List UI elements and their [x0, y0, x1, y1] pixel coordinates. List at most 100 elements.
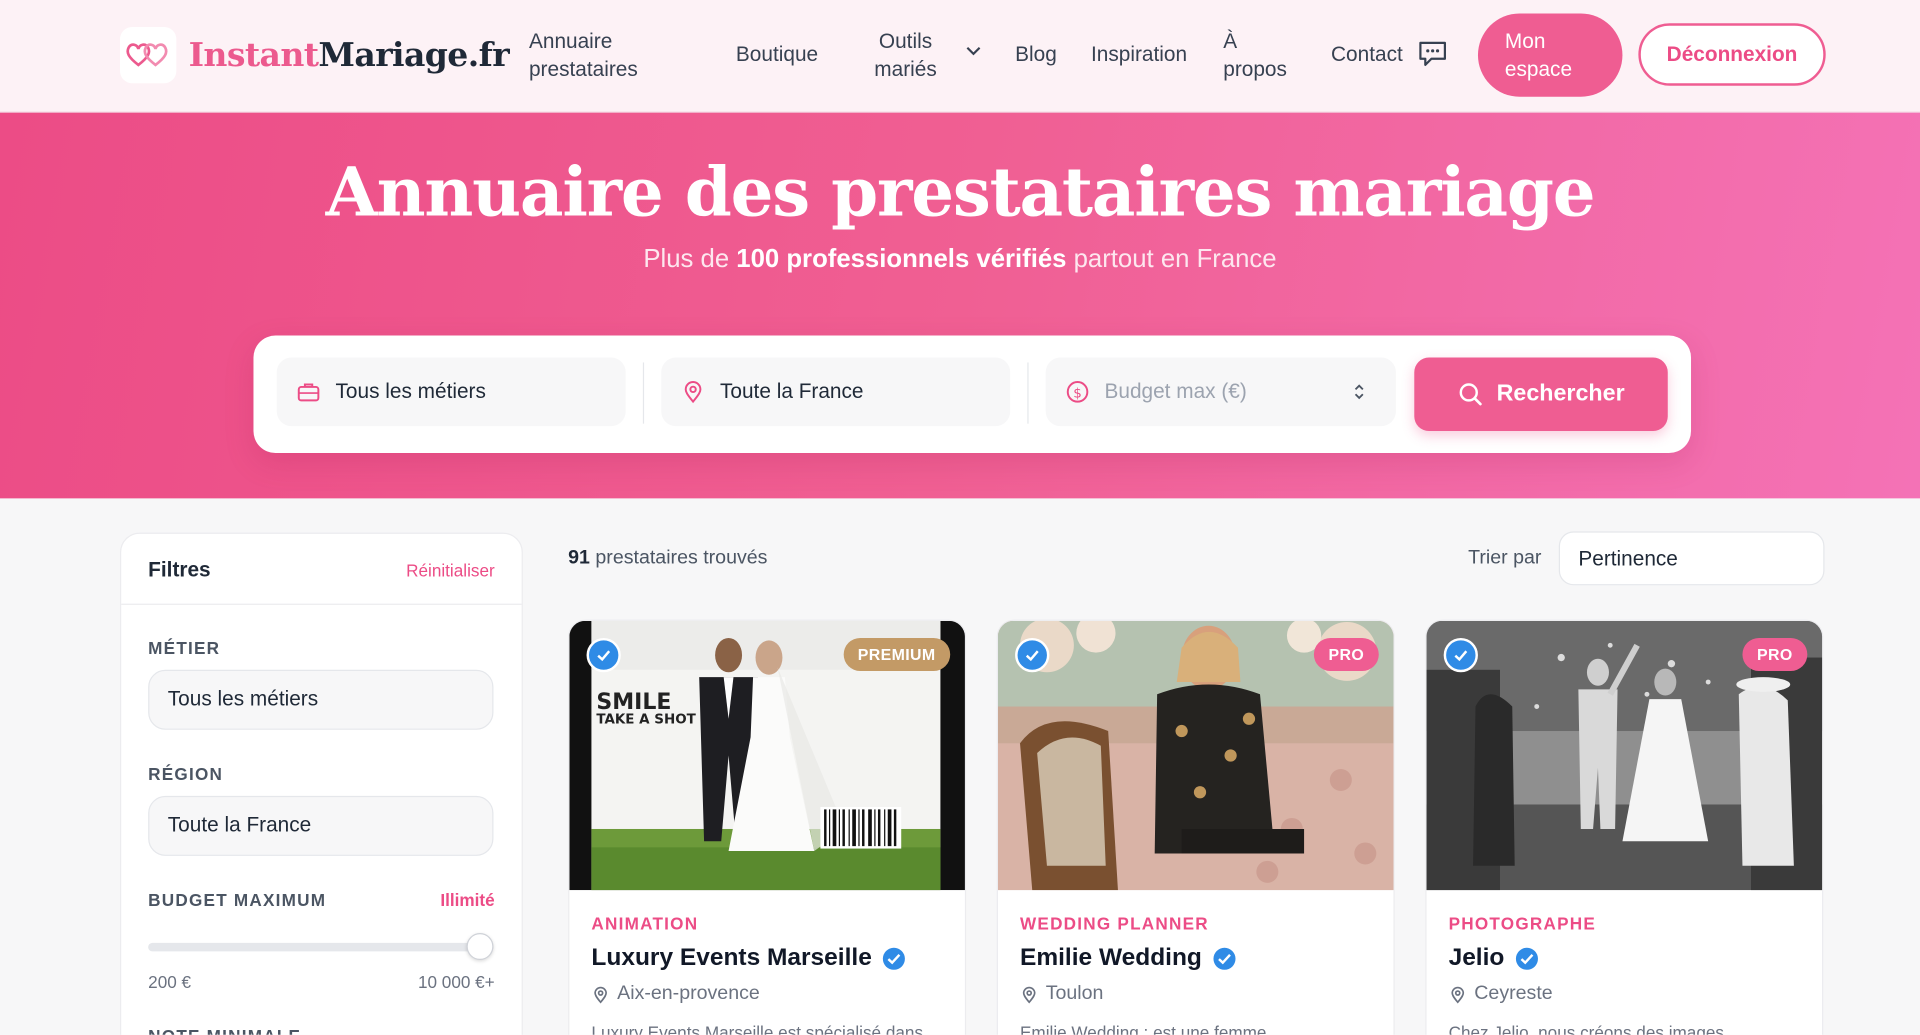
provider-photo[interactable]: PRO	[997, 620, 1394, 891]
map-pin-icon	[1022, 986, 1036, 1003]
nav-annuaire-line1: Annuaire	[528, 29, 613, 53]
number-stepper-icon[interactable]	[1352, 381, 1367, 403]
provider-name-row: Jelio	[1449, 944, 1539, 972]
dollar-circle-icon: $	[1066, 381, 1089, 403]
verified-badge-icon	[1515, 947, 1538, 970]
results-count-number: 91	[568, 547, 590, 569]
budget-input[interactable]: $ Budget max (€)	[1045, 357, 1396, 427]
results-count-suffix: prestataires trouvés	[589, 547, 768, 569]
provider-card[interactable]: SMILE TAKE A SHOT PREMIUM ANIMATION Luxu…	[568, 619, 967, 1035]
verified-badge-icon	[882, 947, 905, 970]
verified-check-icon	[1015, 637, 1050, 673]
metier-filter-label: MÉTIER	[148, 637, 221, 658]
provider-description: Emilie Wedding : est une femme	[1020, 1022, 1267, 1035]
nav-annuaire-line2: prestataires	[528, 57, 638, 81]
nav-apropos-line1: À	[1223, 29, 1238, 53]
budget-range-max: 10 000 €+	[417, 972, 495, 992]
budget-slider-thumb[interactable]	[466, 933, 494, 960]
nav-outils-maries[interactable]: Outils mariés	[874, 27, 936, 83]
reset-filters-link[interactable]: Réinitialiser	[406, 561, 495, 581]
verified-check-icon	[586, 637, 621, 673]
provider-name[interactable]: Emilie Wedding	[1020, 944, 1202, 972]
provider-category: PHOTOGRAPHE	[1448, 913, 1597, 934]
nav-outils-line1: Outils	[878, 29, 933, 53]
site-logo[interactable]: InstantMariage.fr	[120, 26, 510, 84]
hero-subtitle-post: partout en France	[1066, 244, 1277, 274]
nav-apropos-line2: propos	[1223, 57, 1287, 81]
verified-check-icon	[1443, 637, 1478, 673]
svg-text:$: $	[1073, 386, 1082, 401]
mon-espace-button[interactable]: Mon espace	[1477, 13, 1623, 97]
budget-filter-value: Illimité	[440, 890, 495, 910]
page-title: Annuaire des prestataires mariage	[325, 151, 1596, 232]
provider-category: ANIMATION	[591, 913, 699, 934]
filters-panel: Filtres Réinitialiser MÉTIER Tous les mé…	[120, 532, 523, 1035]
region-filter-label: RÉGION	[148, 764, 224, 784]
hero-subtitle: Plus de 100 professionnels vérifiés part…	[0, 245, 1920, 274]
hero-subtitle-pre: Plus de	[643, 244, 737, 274]
provider-photo[interactable]: PRO	[1426, 620, 1823, 891]
photo-take-a-shot-text: TAKE A SHOT	[596, 713, 696, 728]
provider-location: Ceyreste	[1474, 983, 1553, 1005]
pro-badge: PRO	[1313, 637, 1379, 672]
rechercher-label: Rechercher	[1496, 380, 1625, 407]
hero-subtitle-bold: 100 professionnels vérifiés	[736, 244, 1067, 274]
sort-select[interactable]: Pertinence	[1558, 531, 1825, 586]
logo-text-mariage: Mariage.fr	[318, 36, 510, 75]
search-divider	[1027, 362, 1029, 424]
deconnexion-button[interactable]: Déconnexion	[1638, 23, 1826, 86]
provider-name-row: Emilie Wedding	[1020, 944, 1236, 972]
provider-description: Chez Jelio, nous créons des images	[1448, 1022, 1724, 1035]
provider-name[interactable]: Luxury Events Marseille	[591, 944, 871, 972]
nav-contact[interactable]: Contact	[1331, 40, 1403, 68]
map-pin-icon	[1451, 986, 1465, 1003]
provider-card[interactable]: PRO WEDDING PLANNER Emilie Wedding Toulo…	[996, 619, 1395, 1035]
region-select[interactable]: Toute la France	[661, 357, 1011, 427]
provider-location: Toulon	[1045, 983, 1104, 1005]
rechercher-button[interactable]: Rechercher	[1414, 357, 1668, 432]
logo-text-instant: Instant	[188, 36, 319, 75]
note-filter-label: NOTE MINIMALE	[148, 1026, 301, 1035]
region-select-value: Toute la France	[720, 379, 864, 403]
region-filter-select[interactable]: Toute la France	[148, 795, 494, 856]
budget-filter-label: BUDGET MAXIMUM	[148, 890, 327, 910]
provider-location-row: Aix-en-provence	[591, 983, 760, 1005]
nav-annuaire-prestataires[interactable]: Annuaire prestataires	[529, 27, 638, 83]
nav-outils-line2: mariés	[874, 57, 937, 81]
metier-select[interactable]: Tous les métiers	[276, 357, 626, 427]
nav-inspiration[interactable]: Inspiration	[1091, 40, 1187, 68]
metier-filter-select[interactable]: Tous les métiers	[148, 669, 494, 730]
provider-location-row: Toulon	[1020, 983, 1103, 1005]
provider-description: Luxury Events Marseille est spécialisé d…	[591, 1022, 924, 1035]
verified-badge-icon	[1212, 947, 1235, 970]
map-pin-icon	[594, 986, 607, 1003]
chat-bubble-icon[interactable]	[1417, 38, 1449, 70]
filters-title: Filtres	[148, 558, 211, 582]
map-pin-icon	[684, 381, 702, 404]
budget-range-min: 200 €	[148, 972, 192, 992]
provider-location: Aix-en-provence	[617, 983, 760, 1005]
search-bar: Tous les métiers Toute la France $ Budge…	[253, 335, 1692, 454]
budget-input-placeholder: Budget max (€)	[1104, 379, 1247, 403]
premium-badge: PREMIUM	[843, 637, 951, 672]
filters-header: Filtres Réinitialiser	[121, 534, 522, 605]
search-icon	[1459, 383, 1483, 406]
provider-name-row: Luxury Events Marseille	[591, 944, 906, 972]
nav-a-propos[interactable]: Àpropos	[1223, 27, 1287, 83]
site-header: InstantMariage.fr Annuaire prestataires B…	[0, 0, 1920, 113]
provider-photo[interactable]: SMILE TAKE A SHOT PREMIUM	[569, 620, 965, 891]
chevron-down-icon[interactable]	[966, 46, 981, 57]
sort-label: Trier par	[1468, 547, 1542, 569]
mon-espace-line2: espace	[1504, 57, 1573, 81]
briefcase-icon	[297, 383, 320, 402]
provider-card[interactable]: PRO PHOTOGRAPHE Jelio Ceyreste Chez Jeli…	[1425, 619, 1824, 1035]
nav-blog[interactable]: Blog	[1015, 40, 1057, 68]
nav-boutique[interactable]: Boutique	[736, 40, 818, 68]
provider-category: WEDDING PLANNER	[1020, 913, 1209, 934]
provider-name[interactable]: Jelio	[1449, 944, 1505, 972]
budget-slider-track[interactable]	[148, 942, 494, 952]
provider-location-row: Ceyreste	[1449, 983, 1553, 1005]
metier-select-value: Tous les métiers	[335, 379, 486, 403]
mon-espace-line1: Mon	[1504, 29, 1546, 53]
search-divider	[642, 362, 645, 424]
